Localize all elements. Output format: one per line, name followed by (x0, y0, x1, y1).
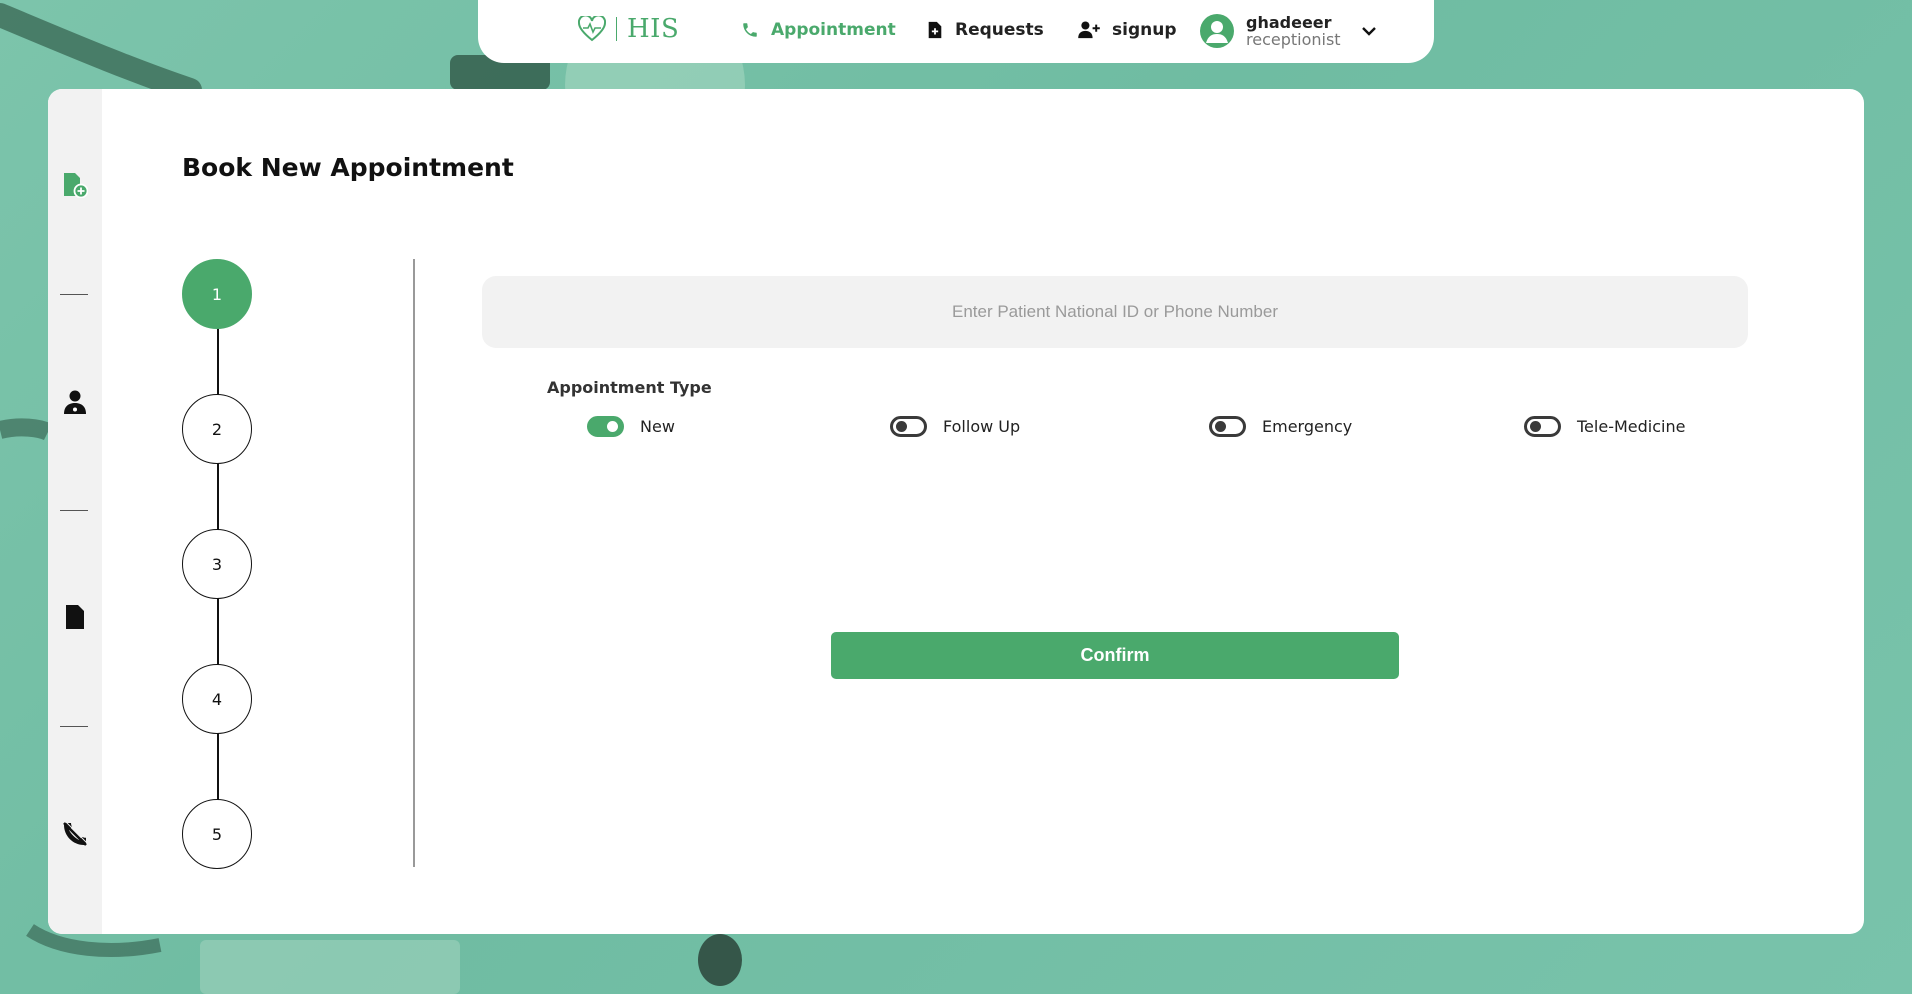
user-role: receptionist (1246, 30, 1341, 49)
type-option-label: Tele-Medicine (1577, 417, 1686, 436)
file-plus-icon (928, 21, 942, 39)
type-option-new[interactable]: New (587, 416, 675, 437)
nav-appointment[interactable]: Appointment (741, 20, 896, 40)
user-plus-icon (1078, 21, 1100, 39)
logo-separator (616, 17, 617, 41)
phone-icon (743, 23, 757, 37)
step-1[interactable]: 1 (182, 259, 252, 329)
toggle-tele-medicine[interactable] (1524, 416, 1561, 437)
nav-appointment-label: Appointment (771, 20, 896, 40)
phone-off-icon[interactable] (62, 821, 88, 847)
type-option-label: Follow Up (943, 417, 1021, 436)
step-2[interactable]: 2 (182, 394, 252, 464)
type-option-label: Emergency (1262, 417, 1353, 436)
step-4[interactable]: 4 (182, 664, 252, 734)
toggle-new[interactable] (587, 416, 624, 437)
top-navbar: HIS Appointment Requests signup ghadeeer… (478, 0, 1434, 63)
stepper: 1 2 3 4 5 (182, 259, 254, 869)
type-option-label: New (640, 417, 675, 436)
patient-search-input[interactable] (482, 276, 1748, 348)
main-card: Book New Appointment 1 2 3 4 5 Appointme… (48, 89, 1864, 934)
file-add-icon[interactable] (62, 172, 88, 198)
sidebar-separator (60, 294, 88, 295)
logo-text: HIS (627, 14, 680, 44)
vertical-divider (413, 259, 415, 867)
nav-requests[interactable]: Requests (927, 20, 1044, 40)
step-5[interactable]: 5 (182, 799, 252, 869)
nav-signup-label: signup (1112, 20, 1177, 40)
document-icon[interactable] (62, 604, 88, 630)
step-3[interactable]: 3 (182, 529, 252, 599)
logo[interactable]: HIS (578, 14, 679, 44)
heart-pulse-icon (578, 16, 606, 42)
chevron-down-icon[interactable] (1361, 25, 1377, 37)
avatar (1200, 14, 1234, 48)
doctor-icon[interactable] (62, 389, 88, 415)
type-option-emergency[interactable]: Emergency (1209, 416, 1352, 437)
sidebar-separator (60, 726, 88, 727)
user-avatar-icon (1206, 21, 1228, 43)
nav-requests-label: Requests (955, 20, 1044, 40)
toggle-follow-up[interactable] (890, 416, 927, 437)
confirm-button[interactable]: Confirm (831, 632, 1399, 679)
type-option-tele-medicine[interactable]: Tele-Medicine (1524, 416, 1685, 437)
sidebar (48, 89, 102, 934)
toggle-emergency[interactable] (1209, 416, 1246, 437)
nav-signup[interactable]: signup (1078, 20, 1177, 40)
appointment-type-label: Appointment Type (547, 378, 712, 397)
sidebar-separator (60, 510, 88, 511)
user-menu[interactable]: ghadeeer receptionist (1200, 14, 1377, 48)
user-name: ghadeeer (1246, 13, 1332, 32)
type-option-follow-up[interactable]: Follow Up (890, 416, 1020, 437)
page-title: Book New Appointment (182, 153, 514, 182)
